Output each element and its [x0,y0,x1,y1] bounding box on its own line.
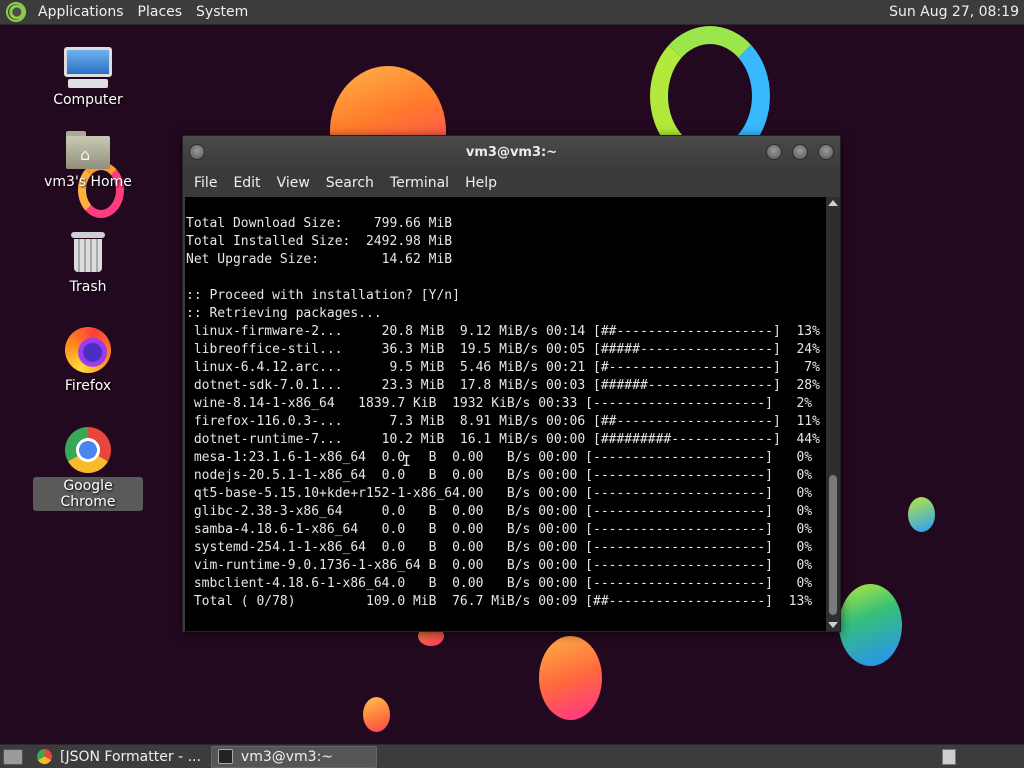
terminal-line: qt5-base-5.15.10+kde+r152-1-x86_64.00 B/… [186,486,813,501]
system-menu[interactable]: System [190,4,256,20]
terminal-window[interactable]: vm3@vm3:~ File Edit View Search Terminal… [182,135,841,632]
terminal-line: Total Download Size: 799.66 MiB [186,216,453,231]
desktop-icon-label: Firefox [64,378,112,394]
chrome-icon [37,749,52,764]
desktop-icon-home[interactable]: ⌂ vm3's Home [33,131,143,191]
wallpaper-green-blob [908,497,935,532]
terminal-line: smbclient-4.18.6-1-x86_64.0 B 0.00 B/s 0… [186,576,813,591]
desktop-icon-label: vm3's Home [44,174,132,190]
terminal-text: Total Download Size: 799.66 MiB Total Ins… [185,197,826,611]
show-desktop-icon[interactable] [3,748,23,765]
trash-icon [70,230,106,274]
chrome-icon [65,427,111,473]
window-menu-button[interactable] [189,144,205,160]
desktop-icon-trash[interactable]: Trash [33,230,143,296]
scroll-up-arrow-icon[interactable] [828,200,838,206]
desktop-icon-chrome[interactable]: Google Chrome [33,427,143,511]
bottom-panel: [JSON Formatter - ... vm3@vm3:~ [0,744,1024,768]
terminal-line: firefox-116.0.3-... 7.3 MiB 8.91 MiB/s 0… [186,414,820,429]
desktop-icon-label: Google Chrome [33,477,143,511]
terminal-line: systemd-254.1-1-x86_64 0.0 B 0.00 B/s 00… [186,540,813,555]
workspace-switcher[interactable] [942,748,956,765]
terminal-line: linux-6.4.12.arc... 9.5 MiB 5.46 MiB/s 0… [186,360,820,375]
terminal-line: Total Installed Size: 2492.98 MiB [186,234,453,249]
text-cursor-icon: I [402,452,412,470]
terminal-line: Net Upgrade Size: 14.62 MiB [186,252,453,267]
menu-view[interactable]: View [269,175,318,191]
desktop-icon-label: Computer [53,92,123,108]
terminal-line: libreoffice-stil... 36.3 MiB 19.5 MiB/s … [186,342,820,357]
desktop-icon-label: Trash [69,279,107,295]
terminal-line: glibc-2.38-3-x86_64 0.0 B 0.00 B/s 00:00… [186,504,813,519]
terminal-line: :: Retrieving packages... [186,306,382,321]
wallpaper-orange-blob [363,697,390,732]
clock[interactable]: Sun Aug 27, 08:19 [889,4,1024,20]
terminal-line: wine-8.14-1-x86_64 1839.7 KiB 1932 KiB/s… [186,396,813,411]
menu-edit[interactable]: Edit [225,175,268,191]
terminal-line: linux-firmware-2... 20.8 MiB 9.12 MiB/s … [186,324,820,339]
terminal-scrollbar[interactable] [826,197,840,631]
terminal-icon [217,749,233,764]
wallpaper-orange-blob [539,636,602,720]
menu-search[interactable]: Search [318,175,382,191]
menu-file[interactable]: File [186,175,225,191]
window-titlebar[interactable]: vm3@vm3:~ [183,136,840,169]
taskbar-item-label: vm3@vm3:~ [240,748,334,765]
terminal-line: dotnet-runtime-7... 10.2 MiB 16.1 MiB/s … [186,432,820,447]
taskbar-item-chrome[interactable]: [JSON Formatter - ... [31,746,207,768]
home-folder-icon: ⌂ [66,131,110,169]
menu-help[interactable]: Help [457,175,505,191]
distro-logo-icon[interactable] [6,2,26,22]
wallpaper-green-blob [839,584,902,666]
terminal-line: samba-4.18.6-1-x86_64 0.0 B 0.00 B/s 00:… [186,522,813,537]
maximize-button[interactable] [792,144,808,160]
terminal-line: :: Proceed with installation? [Y/n] [186,288,460,303]
close-button[interactable] [818,144,834,160]
scroll-down-arrow-icon[interactable] [828,622,838,628]
menu-terminal[interactable]: Terminal [382,175,457,191]
computer-icon [64,47,112,88]
window-title: vm3@vm3:~ [465,145,558,160]
scrollbar-thumb[interactable] [829,475,837,615]
desktop-icon-computer[interactable]: Computer [33,47,143,109]
taskbar-item-label: [JSON Formatter - ... [60,748,201,765]
places-menu[interactable]: Places [132,4,191,20]
top-panel: Applications Places System Sun Aug 27, 0… [0,0,1024,25]
terminal-line: mesa-1:23.1.6-1-x86_64 0.0 B 0.00 B/s 00… [186,450,813,465]
firefox-icon [65,327,111,373]
applications-menu[interactable]: Applications [32,4,132,20]
terminal-line: Total ( 0/78) 109.0 MiB 76.7 MiB/s 00:09… [186,594,813,609]
terminal-line: nodejs-20.5.1-1-x86_64 0.0 B 0.00 B/s 00… [186,468,813,483]
desktop-icon-firefox[interactable]: Firefox [33,327,143,395]
terminal-line: dotnet-sdk-7.0.1... 23.3 MiB 17.8 MiB/s … [186,378,820,393]
terminal-output[interactable]: Total Download Size: 799.66 MiB Total Ins… [185,197,826,631]
minimize-button[interactable] [766,144,782,160]
terminal-line: vim-runtime-9.0.1736-1-x86_64 B 0.00 B/s… [186,558,813,573]
terminal-menubar: File Edit View Search Terminal Help [183,169,840,196]
taskbar-item-terminal[interactable]: vm3@vm3:~ [210,745,377,768]
